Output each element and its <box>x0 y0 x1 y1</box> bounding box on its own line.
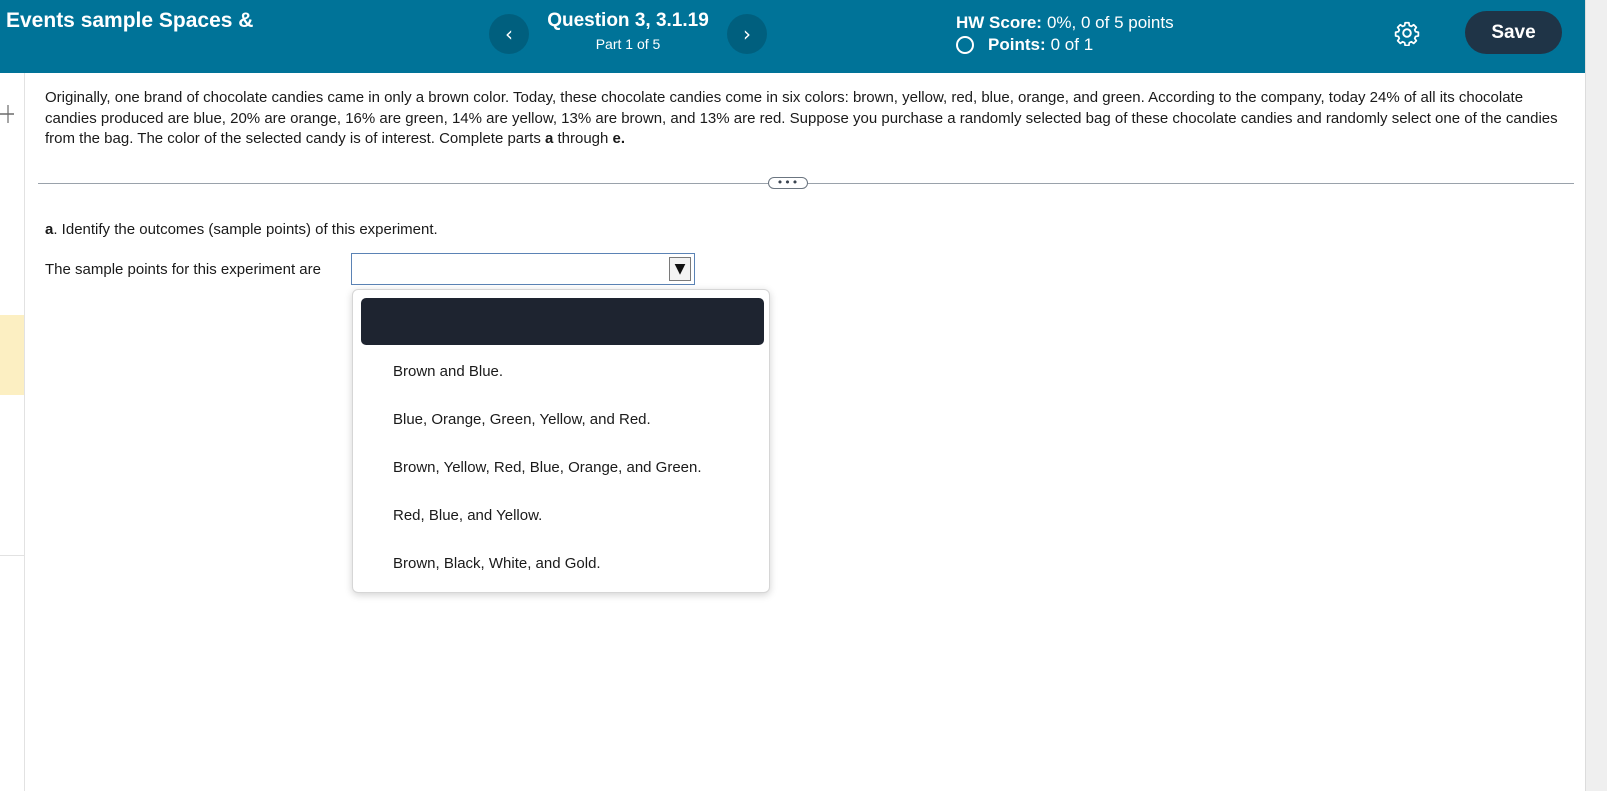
rail-divider <box>0 555 24 556</box>
points-label: Points: <box>988 35 1046 54</box>
dropdown-option[interactable]: Brown, Black, White, and Gold. <box>353 539 769 587</box>
scrollbar-track[interactable] <box>1585 0 1607 791</box>
next-question-button[interactable]: › <box>727 14 767 54</box>
gear-icon[interactable] <box>1394 20 1420 46</box>
hw-score-label: HW Score: <box>956 13 1042 32</box>
rail-highlight <box>0 315 24 395</box>
question-bold-e: e. <box>612 130 626 147</box>
question-part: Part 1 of 5 <box>595 36 661 52</box>
dropdown-option-blank[interactable] <box>361 298 764 345</box>
dropdown-options: Brown and Blue. Blue, Orange, Green, Yel… <box>353 347 769 587</box>
dropdown-option[interactable]: Red, Blue, and Yellow. <box>353 491 769 539</box>
points-status: Points: 0 of 1 <box>956 34 1174 56</box>
expand-button[interactable]: ••• <box>768 177 808 189</box>
chevron-left-icon: ‹ <box>505 22 513 46</box>
sample-points-select[interactable]: ▼ <box>351 253 695 285</box>
sample-points-dropdown: Brown and Blue. Blue, Orange, Green, Yel… <box>352 289 770 593</box>
question-body: Originally, one brand of chocolate candi… <box>45 89 1558 147</box>
part-a-text: . Identify the outcomes (sample points) … <box>53 221 438 238</box>
answer-label: The sample points for this experiment ar… <box>45 261 321 278</box>
part-a-prompt: a. Identify the outcomes (sample points)… <box>45 221 438 238</box>
hw-score-value: 0%, 0 of 5 points <box>1046 13 1174 32</box>
chevron-right-icon: › <box>743 22 751 46</box>
split-handle-icon[interactable] <box>0 99 16 129</box>
dropdown-arrow-icon[interactable]: ▼ <box>669 257 691 281</box>
score-block: HW Score: 0%, 0 of 5 points Points: 0 of… <box>956 12 1174 56</box>
dropdown-option[interactable]: Brown, Yellow, Red, Blue, Orange, and Gr… <box>353 443 769 491</box>
hw-score: HW Score: 0%, 0 of 5 points <box>956 12 1174 34</box>
circle-status-icon <box>956 36 974 54</box>
save-button[interactable]: Save <box>1465 11 1562 54</box>
question-title: Question 3, 3.1.19 <box>547 10 709 31</box>
previous-question-button[interactable]: ‹ <box>489 14 529 54</box>
points-value: 0 of 1 <box>1050 35 1094 54</box>
dropdown-option[interactable]: Blue, Orange, Green, Yellow, and Red. <box>353 395 769 443</box>
dropdown-option[interactable]: Brown and Blue. <box>353 347 769 395</box>
left-rail <box>0 73 25 791</box>
question-text: Originally, one brand of chocolate candi… <box>45 88 1565 150</box>
question-info: Question 3, 3.1.19 Part 1 of 5 <box>534 10 722 52</box>
header-bar: Events sample Spaces & ‹ Question 3, 3.1… <box>0 0 1585 73</box>
assignment-title: Events sample Spaces & <box>6 9 254 32</box>
question-through: through <box>553 130 613 147</box>
